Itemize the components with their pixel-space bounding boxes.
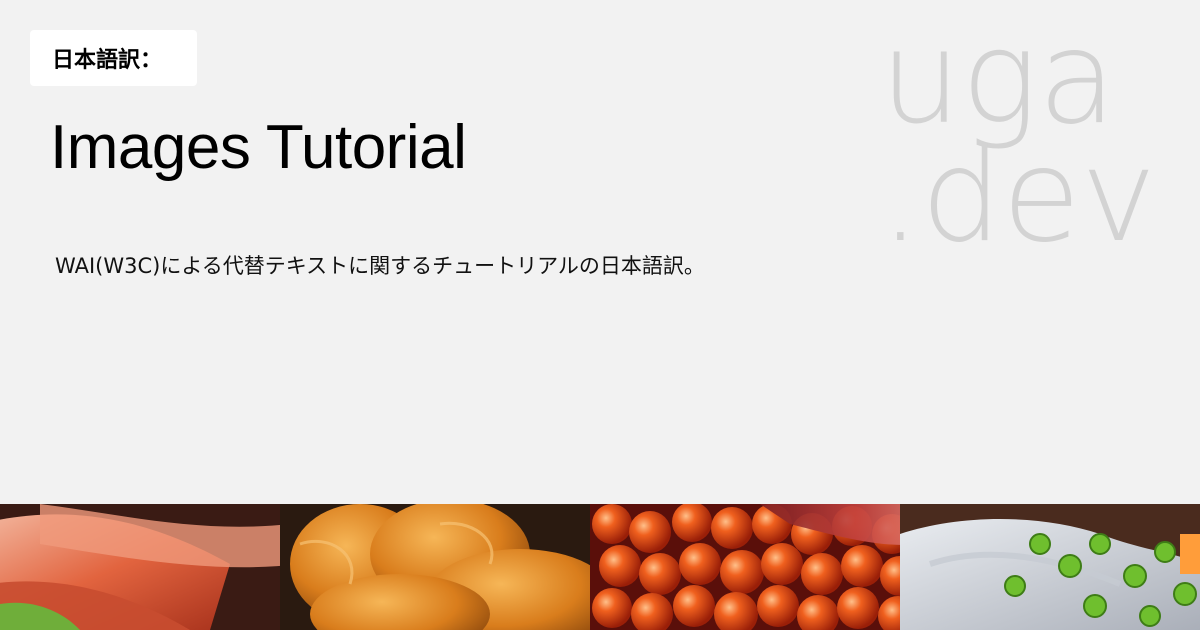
sushi-banner-image <box>0 504 1200 630</box>
page-description: WAI(W3C)による代替テキストに関するチュートリアルの日本語訳。 <box>55 254 705 278</box>
translation-badge: 日本語訳： <box>30 30 197 86</box>
brand-logo-line-2: .dev <box>880 122 1157 271</box>
page-title: Images Tutorial <box>50 113 467 182</box>
brand-logo-line-1: uga <box>880 4 1117 153</box>
brand-logo: uga .dev <box>880 4 1180 271</box>
